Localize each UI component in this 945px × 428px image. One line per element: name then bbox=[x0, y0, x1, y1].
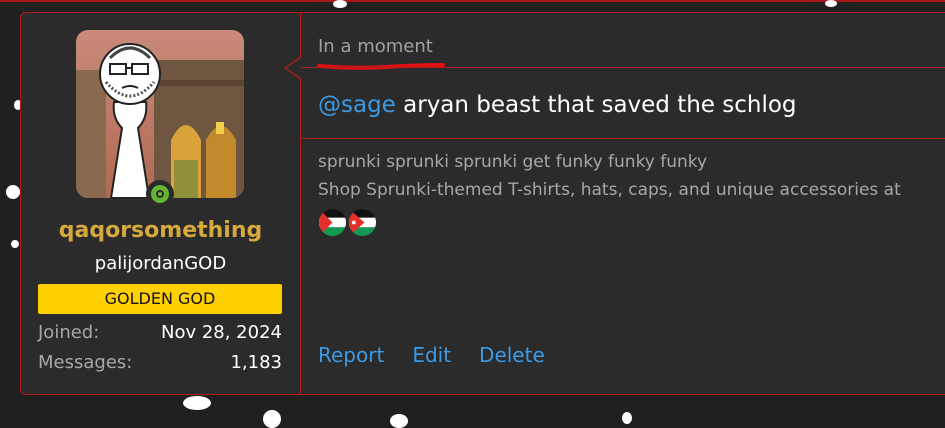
signature-line-1: sprunki sprunki sprunki get funky funky … bbox=[318, 152, 708, 172]
online-status-icon bbox=[146, 180, 174, 208]
username[interactable]: qaqorsomething bbox=[21, 218, 300, 243]
post-timestamp[interactable]: In a moment bbox=[318, 36, 433, 57]
post-arrow bbox=[284, 57, 301, 79]
forum-post: qaqorsomething palijordanGOD GOLDEN GOD … bbox=[20, 12, 945, 395]
delete-link[interactable]: Delete bbox=[479, 343, 545, 367]
avatar-image bbox=[76, 30, 244, 198]
background-speck bbox=[183, 396, 211, 410]
background-speck bbox=[333, 0, 347, 8]
user-mention-link[interactable]: @sage bbox=[318, 92, 396, 118]
messages-value[interactable]: 1,183 bbox=[230, 352, 282, 373]
top-border bbox=[0, 0, 945, 2]
background-speck bbox=[263, 410, 281, 428]
background-speck bbox=[6, 185, 20, 199]
report-link[interactable]: Report bbox=[318, 343, 384, 367]
message-body: @sage aryan beast that saved the schlog bbox=[318, 92, 797, 118]
jordan-flag-icon bbox=[348, 208, 377, 237]
avatar[interactable] bbox=[76, 30, 244, 198]
signature-divider bbox=[301, 138, 945, 139]
messages-label: Messages: bbox=[38, 352, 133, 373]
joined-value: Nov 28, 2024 bbox=[160, 322, 282, 343]
red-underline-scribble bbox=[317, 63, 445, 70]
palestine-flag-icon bbox=[318, 208, 347, 237]
post-message-cell: In a moment @sage aryan beast that saved… bbox=[284, 13, 945, 394]
edit-link[interactable]: Edit bbox=[412, 343, 451, 367]
background-speck bbox=[390, 414, 408, 428]
signature-line-2: Shop Sprunki-themed T-shirts, hats, caps… bbox=[318, 180, 901, 200]
post-user-cell: qaqorsomething palijordanGOD GOLDEN GOD … bbox=[21, 13, 301, 394]
user-rank-badge: GOLDEN GOD bbox=[38, 284, 282, 314]
header-divider bbox=[301, 67, 945, 68]
joined-label: Joined: bbox=[38, 322, 100, 343]
post-actions: Report Edit Delete bbox=[318, 343, 545, 367]
user-title: palijordanGOD bbox=[94, 253, 227, 274]
background-speck bbox=[11, 240, 19, 248]
background-speck bbox=[825, 0, 837, 7]
background-speck bbox=[622, 412, 632, 424]
signature-flags bbox=[318, 208, 377, 237]
message-text: aryan beast that saved the schlog bbox=[395, 92, 797, 118]
